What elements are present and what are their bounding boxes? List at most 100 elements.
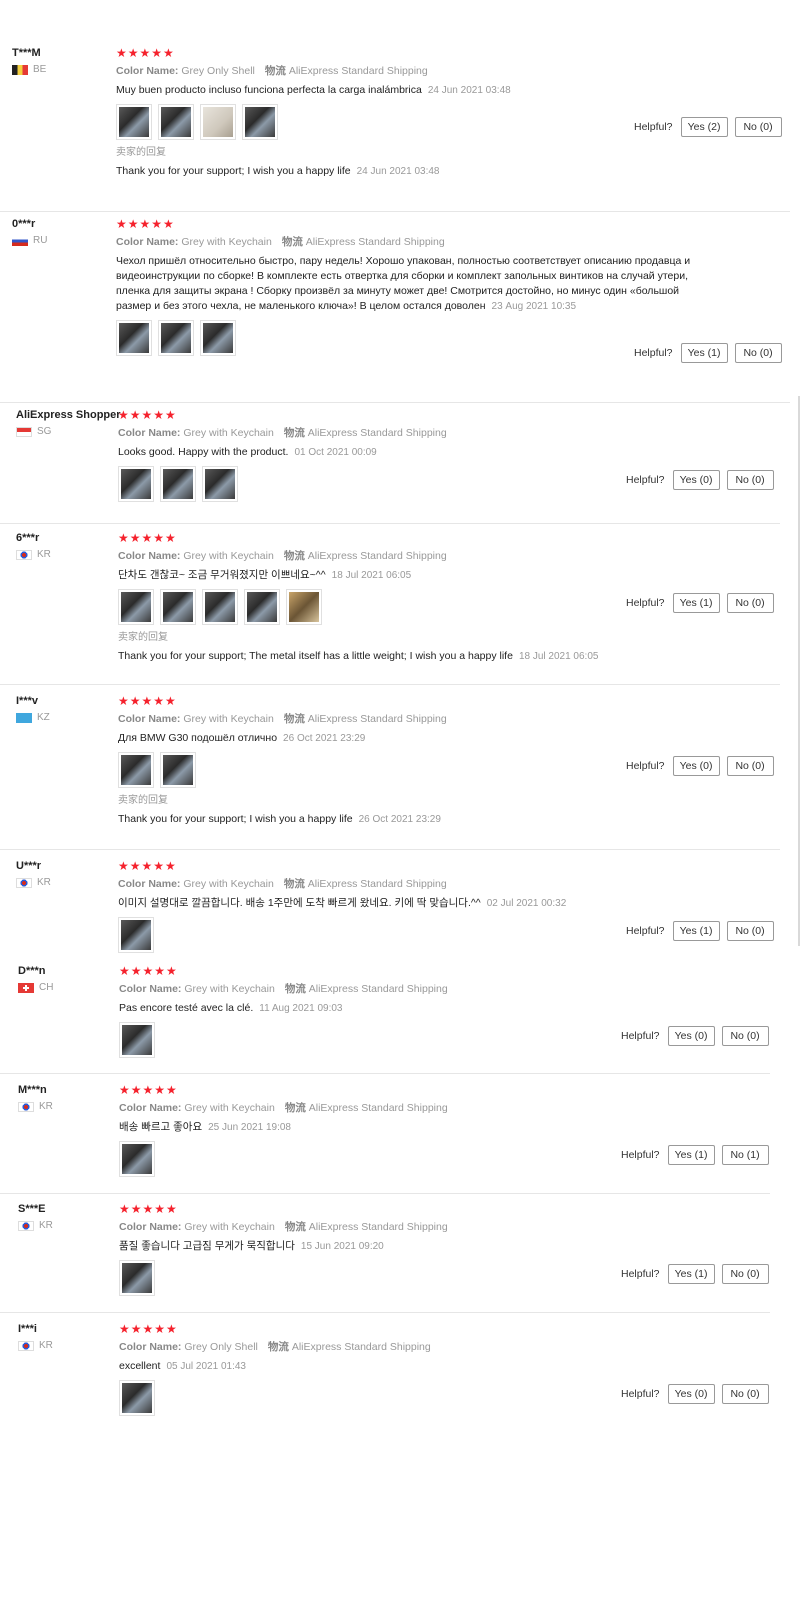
review-photo-thumbnail[interactable]	[119, 1260, 155, 1296]
helpful-no-button[interactable]: No (0)	[726, 756, 774, 776]
helpful-no-button[interactable]: No (0)	[721, 1384, 769, 1404]
color-name-value: Grey with Keychain	[183, 878, 274, 890]
flag-kazakhstan-icon	[16, 713, 32, 723]
review-photo-thumbnail[interactable]	[160, 752, 196, 788]
helpful-no-button[interactable]: No (0)	[726, 921, 774, 941]
shipping-method: AliExpress Standard Shipping	[308, 983, 448, 995]
shipping-method: AliExpress Standard Shipping	[307, 427, 447, 439]
review-photo-thumbnail[interactable]	[286, 589, 322, 625]
seller-reply: Thank you for your support; I wish you a…	[118, 812, 678, 827]
review-photo-thumbnail[interactable]	[158, 104, 194, 140]
helpful-no-button[interactable]: No (0)	[734, 343, 782, 363]
helpful-no-button[interactable]: No (1)	[721, 1145, 769, 1165]
review-body: ★★★★★ Color Name: Grey with Keychain 物流 Al…	[118, 859, 678, 953]
review-photo-thumbnail[interactable]	[202, 589, 238, 625]
review-photo-thumbnail[interactable]	[242, 104, 278, 140]
review-meta: Color Name: Grey with Keychain 物流 AliExpr…	[116, 236, 696, 249]
review-photos	[118, 752, 678, 788]
flag-korea-icon	[16, 550, 32, 560]
seller-reply-label: 卖家的回复	[118, 632, 168, 643]
shipping-method: AliExpress Standard Shipping	[307, 713, 447, 725]
review-photo-thumbnail[interactable]	[118, 917, 154, 953]
review-body: ★★★★★ Color Name: Grey with Keychain 物流 Al…	[119, 1083, 659, 1177]
flag-belgium-icon	[12, 65, 28, 75]
review-meta: Color Name: Grey with Keychain 物流 AliExpr…	[119, 1102, 659, 1115]
review-content: Pas encore testé avec la clé.	[119, 1002, 254, 1014]
seller-reply-text: Thank you for your support; I wish you a…	[116, 165, 351, 177]
helpful-yes-button[interactable]: Yes (2)	[680, 117, 728, 137]
reviewer-country: RU	[12, 235, 122, 247]
shipping-method: AliExpress Standard Shipping	[305, 236, 445, 248]
review-text: 배송 빠르고 좋아요 25 Jun 2021 19:08	[119, 1120, 659, 1135]
review-item: D***n CH ★★★★★ Color Name: Grey with Keycha…	[0, 960, 770, 1074]
helpful-no-button[interactable]: No (0)	[721, 1026, 769, 1046]
helpful-controls: Helpful? Yes (1) No (1)	[621, 1145, 769, 1165]
helpful-no-button[interactable]: No (0)	[726, 593, 774, 613]
key-case-photo	[205, 592, 235, 622]
helpful-yes-button[interactable]: Yes (1)	[680, 343, 728, 363]
review-item: AliExpress Shopper SG ★★★★★ Color Name: Gre…	[0, 404, 780, 524]
helpful-yes-button[interactable]: Yes (1)	[667, 1264, 715, 1284]
review-body: ★★★★★ Color Name: Grey with Keychain 物流 Al…	[116, 217, 696, 356]
review-photo-thumbnail[interactable]	[200, 320, 236, 356]
review-text: Чехол пришёл относительно быстро, пару н…	[116, 254, 696, 314]
review-text: excellent 05 Jul 2021 01:43	[119, 1359, 659, 1374]
review-photo-thumbnail[interactable]	[119, 1022, 155, 1058]
review-item: T***M BE ★★★★★ Color Name: Grey Only Shell 物…	[0, 42, 790, 212]
review-photos	[118, 917, 678, 953]
helpful-yes-button[interactable]: Yes (1)	[672, 921, 720, 941]
helpful-yes-button[interactable]: Yes (1)	[672, 593, 720, 613]
review-photo-thumbnail[interactable]	[116, 104, 152, 140]
logistics-label: 物流	[267, 1341, 289, 1353]
helpful-controls: Helpful? Yes (0) No (0)	[621, 1384, 769, 1404]
reviewer-name: I***i	[18, 1323, 37, 1335]
review-photo-thumbnail[interactable]	[160, 466, 196, 502]
review-photo-thumbnail[interactable]	[119, 1380, 155, 1416]
review-photos	[116, 320, 696, 356]
logistics-label: 物流	[283, 878, 305, 890]
color-name-label: Color Name:	[119, 1102, 182, 1114]
country-code: KR	[37, 549, 51, 560]
review-photo-thumbnail[interactable]	[202, 466, 238, 502]
key-case-photo	[163, 592, 193, 622]
review-content: Looks good. Happy with the product.	[118, 446, 289, 458]
shipping-method: AliExpress Standard Shipping	[291, 1341, 431, 1353]
helpful-yes-button[interactable]: Yes (1)	[667, 1145, 715, 1165]
color-name-label: Color Name:	[118, 550, 181, 562]
review-item: I***v KZ ★★★★★ Color Name: Grey with Keycha…	[0, 690, 780, 850]
review-photo-thumbnail[interactable]	[158, 320, 194, 356]
review-photo-thumbnail[interactable]	[118, 466, 154, 502]
helpful-controls: Helpful? Yes (1) No (0)	[626, 593, 774, 613]
helpful-no-button[interactable]: No (0)	[734, 117, 782, 137]
review-photo-thumbnail[interactable]	[118, 589, 154, 625]
helpful-no-button[interactable]: No (0)	[726, 470, 774, 490]
review-photo-thumbnail[interactable]	[160, 589, 196, 625]
helpful-no-button[interactable]: No (0)	[721, 1264, 769, 1284]
color-name-value: Grey with Keychain	[184, 1102, 275, 1114]
review-meta: Color Name: Grey Only Shell 物流 AliExpress…	[119, 1341, 659, 1354]
review-photos	[119, 1260, 659, 1296]
review-text: Looks good. Happy with the product. 01 Oc…	[118, 445, 678, 460]
key-case-photo	[119, 107, 149, 137]
reviewer-info: I***i KR	[18, 1322, 128, 1352]
review-photo-thumbnail[interactable]	[244, 589, 280, 625]
reviewer-country: KR	[16, 549, 126, 561]
helpful-yes-button[interactable]: Yes (0)	[672, 470, 720, 490]
helpful-yes-button[interactable]: Yes (0)	[672, 756, 720, 776]
seller-reply-label: 卖家的回复	[116, 147, 166, 158]
review-photo-thumbnail[interactable]	[200, 104, 236, 140]
country-code: BE	[33, 64, 47, 75]
helpful-yes-button[interactable]: Yes (0)	[667, 1026, 715, 1046]
review-photo-thumbnail[interactable]	[118, 752, 154, 788]
key-case-photo	[121, 920, 151, 950]
review-date: 02 Jul 2021 00:32	[486, 898, 567, 909]
review-date: 23 Aug 2021 10:35	[491, 301, 577, 312]
review-photo-thumbnail[interactable]	[119, 1141, 155, 1177]
color-name-value: Grey with Keychain	[184, 983, 275, 995]
review-photo-thumbnail[interactable]	[116, 320, 152, 356]
review-photos	[116, 104, 706, 140]
reviewer-info: 0***r RU	[12, 217, 122, 247]
helpful-yes-button[interactable]: Yes (0)	[667, 1384, 715, 1404]
star-rating: ★★★★★	[119, 964, 178, 978]
key-case-photo	[203, 323, 233, 353]
